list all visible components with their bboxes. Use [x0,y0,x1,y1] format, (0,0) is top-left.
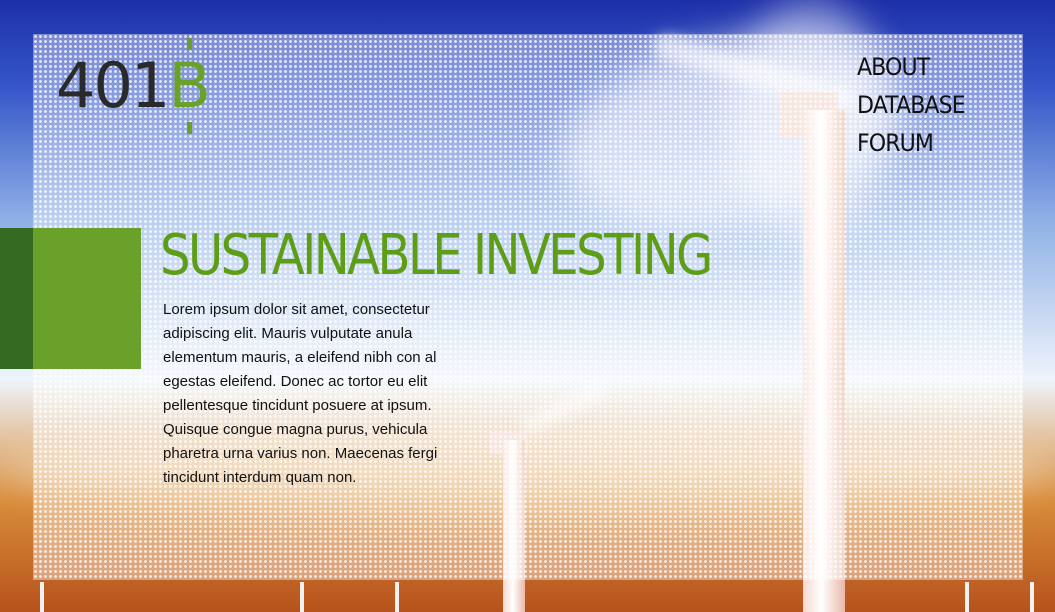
site-logo[interactable]: 401B [56,38,211,134]
distant-turbine [300,582,304,612]
logo-bitcoin-icon: B [168,38,211,134]
nav-link-database[interactable]: DATABASE [857,88,966,122]
main-nav: ABOUT DATABASE FORUM [857,50,974,160]
hero-title: SUSTAINABLE INVESTING [160,223,713,288]
distant-turbine [40,582,44,612]
nav-link-about[interactable]: ABOUT [857,50,965,84]
distant-turbine [965,582,969,612]
nav-link-forum[interactable]: FORUM [857,126,965,160]
distant-turbine [1030,582,1034,612]
distant-turbine [395,582,399,612]
logo-text: 401 [56,49,170,122]
accent-block [0,228,141,369]
hero-body-text: Lorem ipsum dolor sit amet, consectetur … [163,301,438,486]
